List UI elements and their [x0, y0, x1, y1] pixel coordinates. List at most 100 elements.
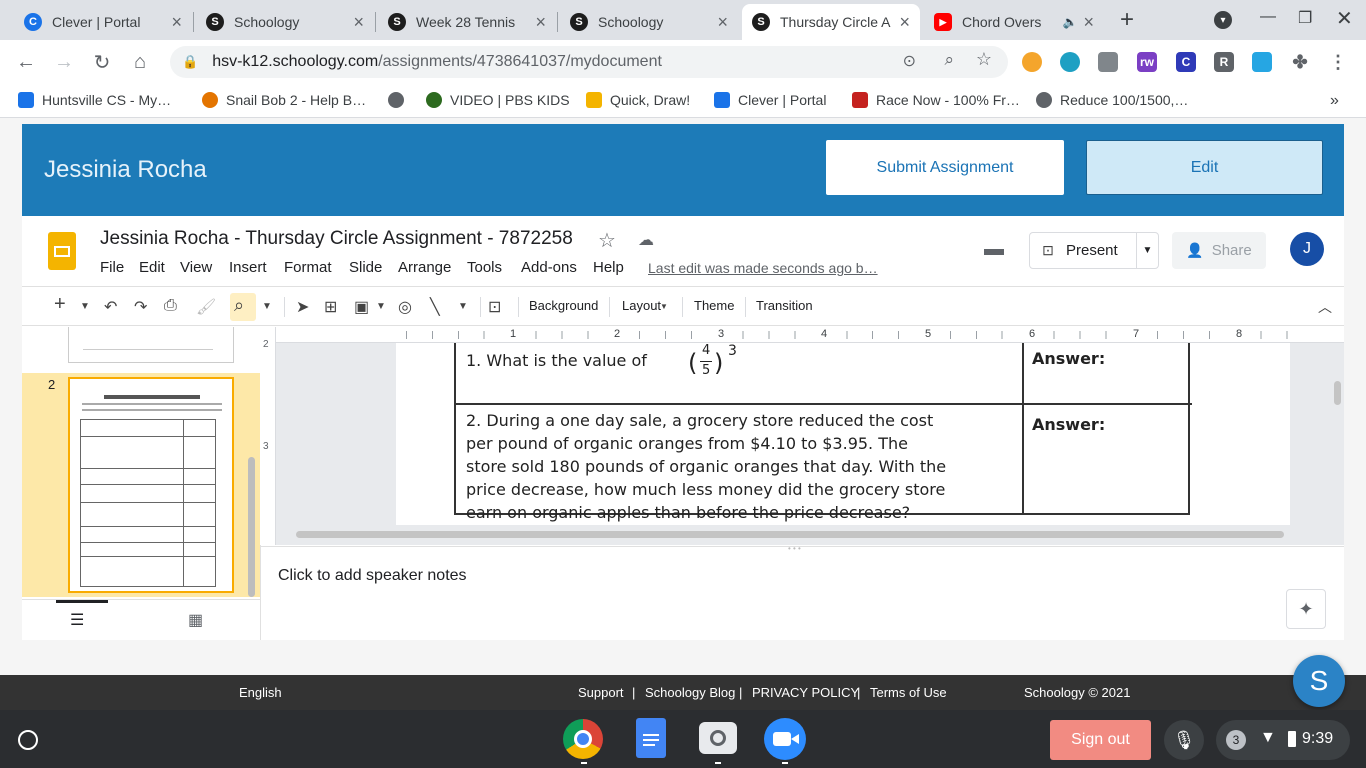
- more-menu-icon[interactable]: ⋮: [1328, 52, 1348, 72]
- zoom-icon[interactable]: ⌕: [944, 50, 954, 70]
- slide-thumbnail-1[interactable]: [68, 327, 234, 363]
- theme-button[interactable]: Theme: [694, 298, 734, 313]
- tab-search-icon[interactable]: ▾: [1214, 11, 1232, 29]
- chevron-down-icon[interactable]: ▼: [80, 301, 90, 312]
- bookmark-item[interactable]: Race Now - 100% Fr…: [852, 92, 1020, 108]
- slides-logo-icon[interactable]: [48, 232, 76, 270]
- grid-view-icon[interactable]: ▦: [188, 610, 203, 630]
- privacy-policy-link[interactable]: PRIVACY POLICY: [752, 685, 859, 700]
- forward-arrow-icon[interactable]: →: [52, 50, 76, 74]
- terms-of-use-link[interactable]: Terms of Use: [870, 685, 947, 700]
- sign-out-button[interactable]: Sign out: [1050, 720, 1151, 760]
- browser-tab[interactable]: S Week 28 Tennis ×: [378, 4, 556, 40]
- close-icon[interactable]: ×: [171, 12, 182, 33]
- extensions-puzzle-icon[interactable]: ✤: [1290, 52, 1310, 72]
- menu-format[interactable]: Format: [284, 259, 332, 276]
- chevron-down-icon[interactable]: ▼: [376, 301, 386, 312]
- redo-icon[interactable]: ↷: [134, 297, 147, 317]
- chevron-down-icon[interactable]: ▼: [458, 301, 468, 312]
- close-icon[interactable]: ×: [899, 12, 910, 33]
- bookmark-item[interactable]: Reduce 100/1500,…: [1036, 92, 1188, 108]
- collapse-chevron-up-icon[interactable]: ︿: [1318, 297, 1332, 317]
- bookmark-item[interactable]: Snail Bob 2 - Help B…: [202, 92, 366, 108]
- schoology-help-button[interactable]: S: [1293, 655, 1345, 707]
- menu-insert[interactable]: Insert: [229, 259, 267, 276]
- filmstrip-scrollbar[interactable]: [248, 457, 255, 597]
- support-link[interactable]: Support: [578, 685, 624, 700]
- minimize-icon[interactable]: —: [1260, 8, 1276, 26]
- location-pin-icon[interactable]: ⊙: [903, 51, 916, 71]
- document-title[interactable]: Jessinia Rocha - Thursday Circle Assignm…: [100, 228, 573, 250]
- account-avatar[interactable]: J: [1290, 232, 1324, 266]
- home-icon[interactable]: ⌂: [128, 50, 152, 74]
- extension-icon[interactable]: [1022, 52, 1042, 72]
- bookmark-item[interactable]: [388, 92, 412, 108]
- menu-arrange[interactable]: Arrange: [398, 259, 451, 276]
- clever-extension-icon[interactable]: C: [1176, 52, 1196, 72]
- url-field[interactable]: 🔒 hsv-k12.schoology.com/assignments/4738…: [170, 46, 1008, 78]
- chevron-down-icon[interactable]: ▼: [660, 302, 668, 311]
- present-dropdown-icon[interactable]: ▼: [1136, 233, 1158, 268]
- menu-addons[interactable]: Add-ons: [521, 259, 577, 276]
- chevron-down-icon[interactable]: ▼: [262, 301, 272, 312]
- undo-icon[interactable]: ↶: [104, 297, 117, 317]
- status-tray[interactable]: 3 ▼ 9:39: [1216, 720, 1350, 760]
- cloud-status-icon[interactable]: ☁: [638, 230, 654, 250]
- star-icon[interactable]: ☆: [598, 228, 616, 253]
- speaker-icon[interactable]: 🔈: [1063, 15, 1078, 29]
- close-icon[interactable]: ×: [717, 12, 728, 33]
- microphone-icon[interactable]: 🎙: [1164, 720, 1204, 760]
- reload-icon[interactable]: ↻: [90, 50, 114, 74]
- schoology-blog-link[interactable]: Schoology Blog: [645, 685, 735, 700]
- bookmark-item[interactable]: Clever | Portal: [714, 92, 826, 108]
- menu-file[interactable]: File: [100, 259, 124, 276]
- slide-content[interactable]: 1. What is the value of ( 4 5 ) 3 Answer…: [396, 343, 1290, 525]
- browser-tab[interactable]: S Schoology ×: [560, 4, 738, 40]
- submit-assignment-button[interactable]: Submit Assignment: [826, 140, 1064, 195]
- window-close-icon[interactable]: ✕: [1336, 6, 1353, 31]
- transition-button[interactable]: Transition: [756, 298, 813, 313]
- menu-view[interactable]: View: [180, 259, 212, 276]
- docs-icon[interactable]: [636, 718, 666, 758]
- close-icon[interactable]: ×: [1083, 12, 1094, 33]
- slide-canvas[interactable]: 2 3 1 2 3 4 5 6 7 8 1. What is the value…: [260, 327, 1344, 545]
- restore-icon[interactable]: ❐: [1298, 8, 1312, 28]
- bookmark-item[interactable]: VIDEO | PBS KIDS: [426, 92, 570, 108]
- menu-slide[interactable]: Slide: [349, 259, 382, 276]
- line-icon[interactable]: ╲: [430, 297, 440, 317]
- browser-tab[interactable]: ▶ Chord Overs 🔈 ×: [924, 4, 1104, 40]
- new-slide-plus-icon[interactable]: +: [54, 293, 66, 316]
- language-link[interactable]: English: [239, 685, 282, 700]
- paint-format-icon[interactable]: 🖌: [196, 297, 216, 317]
- explore-icon[interactable]: ✦: [1286, 589, 1326, 629]
- select-arrow-icon[interactable]: ➤: [296, 297, 309, 317]
- shape-icon[interactable]: ◎: [398, 297, 412, 317]
- list-view-icon[interactable]: ☰: [70, 610, 84, 630]
- present-button[interactable]: ⊡ Present ▼: [1029, 232, 1159, 269]
- horizontal-scrollbar[interactable]: [296, 531, 1284, 538]
- bookmark-item[interactable]: Huntsville CS - My…: [18, 92, 171, 108]
- extension-r-icon[interactable]: R: [1214, 52, 1234, 72]
- zoom-app-icon[interactable]: [764, 718, 806, 760]
- extension-icon[interactable]: [1098, 52, 1118, 72]
- last-edit-link[interactable]: Last edit was made seconds ago b…: [648, 260, 878, 276]
- bookmark-star-icon[interactable]: ☆: [976, 49, 992, 70]
- text-box-icon[interactable]: ⊞: [324, 297, 337, 317]
- image-icon[interactable]: ▣: [354, 297, 369, 317]
- vertical-scrollbar[interactable]: [1334, 381, 1341, 405]
- menu-help[interactable]: Help: [593, 259, 624, 276]
- launcher-icon[interactable]: [18, 730, 38, 750]
- extension-icon[interactable]: [1060, 52, 1080, 72]
- slide-thumbnail-2-selected[interactable]: 2: [22, 373, 260, 597]
- comment-icon[interactable]: ▬: [984, 238, 1004, 261]
- new-tab-plus-icon[interactable]: +: [1120, 6, 1134, 34]
- back-arrow-icon[interactable]: ←: [14, 50, 38, 74]
- add-comment-icon[interactable]: ⊡: [488, 297, 501, 317]
- camera-icon[interactable]: [699, 722, 737, 754]
- share-button[interactable]: 👤 Share: [1172, 232, 1266, 269]
- resize-handle-icon[interactable]: • • •: [788, 544, 801, 553]
- background-button[interactable]: Background: [529, 298, 598, 313]
- menu-edit[interactable]: Edit: [139, 259, 165, 276]
- browser-tab[interactable]: S Schoology ×: [196, 4, 374, 40]
- bookmarks-overflow-icon[interactable]: »: [1330, 92, 1339, 110]
